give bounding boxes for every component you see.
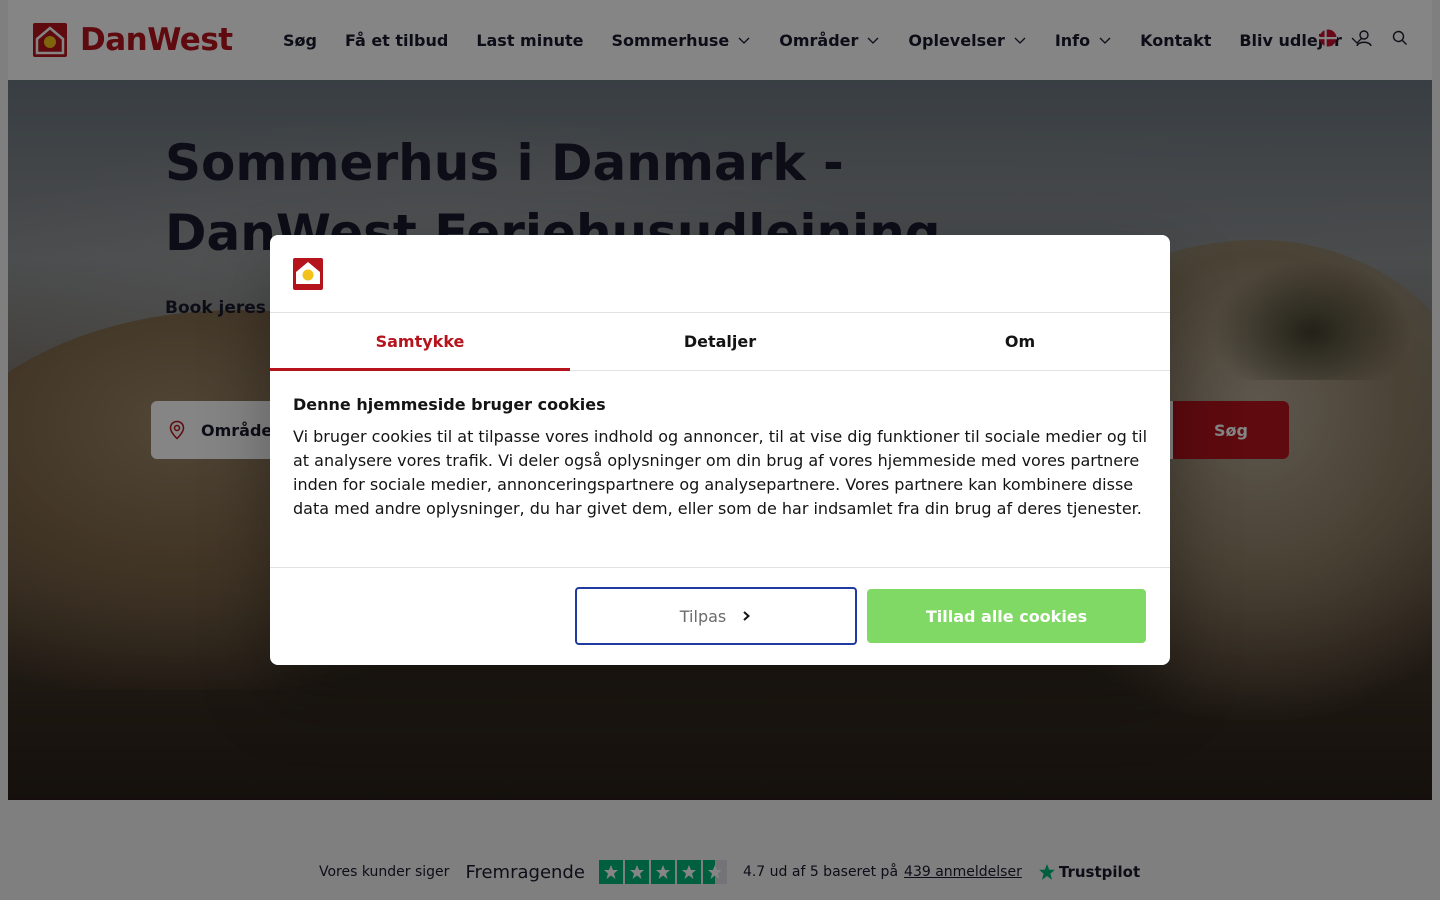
dialog-body: Denne hjemmeside bruger cookies Vi bruge… bbox=[270, 371, 1170, 568]
danwest-logo-icon bbox=[293, 257, 323, 290]
dialog-text: Vi bruger cookies til at tilpasse vores … bbox=[293, 427, 1148, 518]
tab-om[interactable]: Om bbox=[870, 313, 1170, 370]
tab-samtykke[interactable]: Samtykke bbox=[270, 313, 570, 371]
allow-all-cookies-button[interactable]: Tillad alle cookies bbox=[867, 589, 1146, 643]
chevron-right-icon bbox=[743, 611, 751, 621]
dialog-heading: Denne hjemmeside bruger cookies bbox=[293, 395, 606, 414]
dialog-header bbox=[270, 235, 1170, 313]
cookie-consent-dialog: Samtykke Detaljer Om Denne hjemmeside br… bbox=[270, 235, 1170, 665]
customize-button-label: Tilpas bbox=[679, 606, 727, 626]
tab-detaljer[interactable]: Detaljer bbox=[570, 313, 870, 370]
customize-button[interactable]: Tilpas bbox=[575, 587, 857, 645]
dialog-footer: Tilpas Tillad alle cookies bbox=[270, 568, 1170, 664]
dialog-tabs: Samtykke Detaljer Om bbox=[270, 313, 1170, 371]
